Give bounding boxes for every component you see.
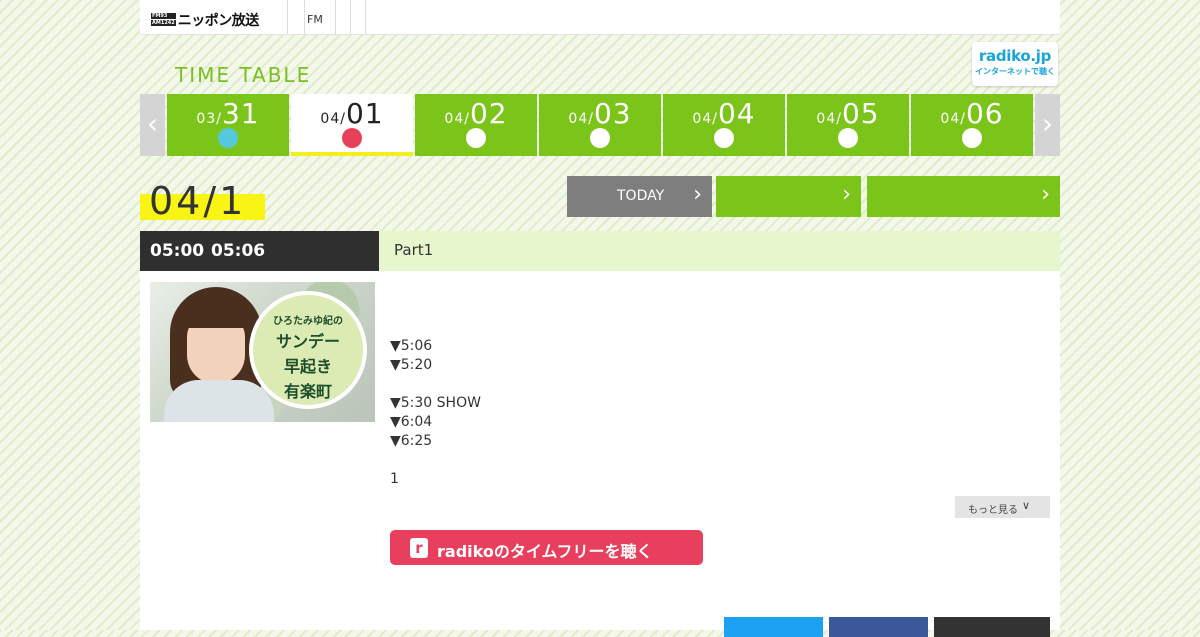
twitter-share-button[interactable] [724,617,823,637]
date-tab-6[interactable]: 04/06 [911,94,1033,156]
description-line: ▼6:25 [390,433,433,449]
date-tab-dot [590,128,610,148]
chevron-right-icon: › [693,182,702,207]
program-content: ひろたみゆ紀の サンデー 早起き 有楽町 ▼5:06 ▼5:20 ▼5:30 S… [140,271,1060,637]
date-tab-dot [962,128,982,148]
program-title-bar: Part1 [379,231,1060,271]
site-header: FM93 AM1242 ニッポン放送 FM [140,0,1060,35]
logo-mark-am: AM1242 [151,20,176,26]
program-title: Part1 [394,241,434,259]
radiko-badge-caption: インターネットで聴く [975,67,1055,76]
date-tab-1[interactable]: 04/01 [291,94,413,156]
date-tab-month: 04/ [444,111,470,127]
chevron-down-icon: ∨ [1022,499,1031,512]
nav-divider [365,0,366,34]
description-line: 1 [390,471,399,487]
date-tab-day: 05 [841,97,880,130]
date-tab-4[interactable]: 04/04 [663,94,785,156]
station-logo[interactable]: FM93 AM1242 ニッポン放送 [151,11,260,29]
date-tab-day: 03 [593,97,632,130]
chevron-right-icon: › [1041,107,1054,140]
date-tab-month: 04/ [692,111,718,127]
radiko-icon: r [410,538,428,558]
description-line: ▼5:20 [390,357,433,373]
line-share-button[interactable] [934,617,1050,637]
show-logo-line3: 早起き [283,357,332,376]
description-line: ▼5:06 [390,338,433,354]
date-tab-2[interactable]: 04/02 [415,94,537,156]
description-line: ▼6:04 [390,414,433,430]
chevron-right-icon: › [1041,182,1050,207]
show-logo-line4: 有楽町 [283,382,332,401]
timetable-title: TIME TABLE [175,63,312,87]
show-logo-line1: ひろたみゆ紀の [273,316,343,327]
radiko-timefree-label: radikoのタイムフリーを聴く [437,542,653,561]
logo-mark-fm: FM93 [151,13,176,19]
host-bangs [183,298,249,328]
next-week-button[interactable]: › [1035,94,1060,156]
date-tab-dot [218,128,238,148]
today-button[interactable]: TODAY › [567,176,712,217]
date-tab-month: 04/ [816,111,842,127]
date-tab-day: 01 [345,97,384,130]
date-tab-dot [714,128,734,148]
program-start: 05:00 [150,241,205,261]
date-tab-dot [342,128,362,148]
program-time: 05:00 05:06 [140,231,379,271]
show-more-button[interactable]: もっと見る ∨ [955,496,1050,518]
show-more-label: もっと見る [968,505,1018,516]
logo-mark: FM93 AM1242 [151,13,176,26]
date-tab-0[interactable]: 03/31 [167,94,289,156]
facebook-share-button[interactable] [829,617,928,637]
today-button-label: TODAY [617,188,665,204]
show-logo: ひろたみゆ紀の サンデー 早起き 有楽町 [249,291,367,409]
description-line [390,375,481,394]
green-action-button[interactable]: › [867,176,1060,217]
description-line [390,451,481,470]
date-tab-month: 03/ [196,111,222,127]
date-tab-day: 04 [717,97,756,130]
nav-divider [287,0,288,34]
radiko-timefree-button[interactable]: r radikoのタイムフリーを聴く [390,530,703,565]
description-line: ▼5:30 SHOW [390,395,481,411]
date-tab-5[interactable]: 04/05 [787,94,909,156]
program-description: ▼5:06 ▼5:20 ▼5:30 SHOW ▼6:04 ▼6:25 1 [390,337,481,489]
logo-text: ニッポン放送 [177,12,260,29]
date-tab-month: 04/ [568,111,594,127]
date-tab-dot [466,128,486,148]
date-tab-dot [838,128,858,148]
program-end: 05:06 [211,241,266,261]
date-tab-month: 04/ [320,111,346,127]
date-tab-3[interactable]: 04/03 [539,94,661,156]
chevron-left-icon: ‹ [146,107,159,140]
show-logo-line2: サンデー [275,332,340,351]
nav-divider [335,0,336,34]
nav-fm-link[interactable]: FM [307,13,323,26]
date-tab-month: 04/ [940,111,966,127]
date-tab-day: 31 [221,97,260,130]
radiko-badge-logo: radiko.jp [978,47,1052,65]
prev-week-button[interactable]: ‹ [140,94,165,156]
selected-date: 04/1 [149,179,247,223]
chevron-right-icon: › [842,182,851,207]
page: FM93 AM1242 ニッポン放送 FM TIME TABLE radiko.… [140,0,1060,637]
radiko-badge[interactable]: radiko.jp インターネットで聴く [972,42,1058,86]
nav-divider [350,0,351,34]
date-tab-day: 02 [469,97,508,130]
nav-divider [304,0,305,34]
program-thumbnail[interactable]: ひろたみゆ紀の サンデー 早起き 有楽町 [150,282,375,422]
green-action-button[interactable]: › [716,176,861,217]
date-tab-day: 06 [965,97,1004,130]
